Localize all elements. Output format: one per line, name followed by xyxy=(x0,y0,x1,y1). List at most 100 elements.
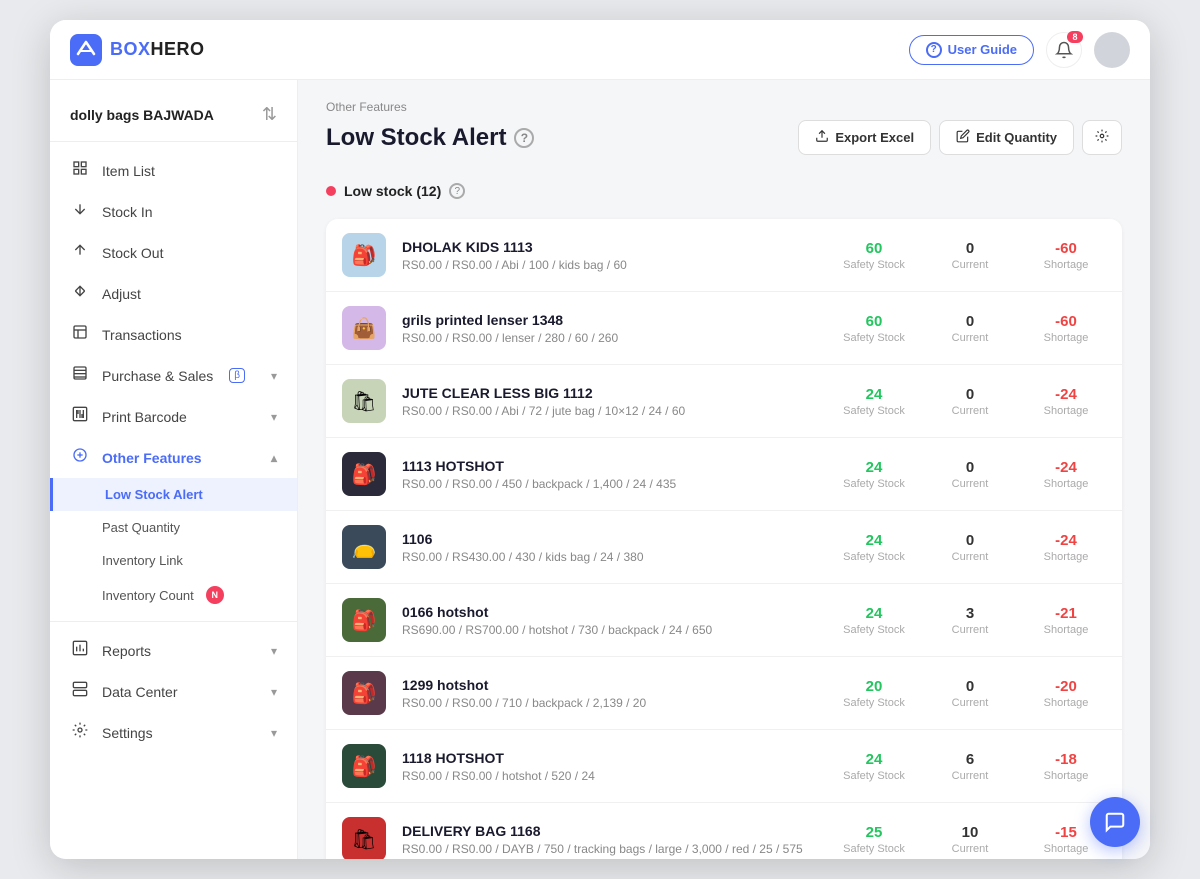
sub-nav-past-quantity[interactable]: Past Quantity xyxy=(50,511,297,544)
table-row[interactable]: 👝 1106 RS0.00 / RS430.00 / 430 / kids ba… xyxy=(326,511,1122,584)
table-row[interactable]: 🎒 1118 HOTSHOT RS0.00 / RS0.00 / hotshot… xyxy=(326,730,1122,803)
shortage-label: Shortage xyxy=(1026,259,1106,271)
stock-list: 🎒 DHOLAK KIDS 1113 RS0.00 / RS0.00 / Abi… xyxy=(326,219,1122,859)
sidebar-item-data-center[interactable]: Data Center ▾ xyxy=(50,671,297,712)
item-info: DELIVERY BAG 1168 RS0.00 / RS0.00 / DAYB… xyxy=(402,823,818,856)
item-name: DELIVERY BAG 1168 xyxy=(402,823,818,839)
stock-out-icon xyxy=(70,242,90,263)
shortage-value: -21 xyxy=(1026,605,1106,622)
shortage-label: Shortage xyxy=(1026,697,1106,709)
edit-quantity-label: Edit Quantity xyxy=(976,130,1057,145)
item-name: JUTE CLEAR LESS BIG 1112 xyxy=(402,385,818,401)
sidebar-item-stock-out[interactable]: Stock Out xyxy=(50,232,297,273)
sidebar-item-purchase-sales[interactable]: Purchase & Sales β ▾ xyxy=(50,355,297,396)
help-icon[interactable]: ? xyxy=(514,128,534,148)
sidebar-item-label: Print Barcode xyxy=(102,409,187,425)
gear-icon xyxy=(1095,129,1109,146)
sub-nav: Low Stock Alert Past Quantity Inventory … xyxy=(50,478,297,613)
table-row[interactable]: 🎒 1113 HOTSHOT RS0.00 / RS0.00 / 450 / b… xyxy=(326,438,1122,511)
data-center-icon xyxy=(70,681,90,702)
sidebar-item-settings[interactable]: Settings ▾ xyxy=(50,712,297,753)
sidebar-item-adjust[interactable]: Adjust xyxy=(50,273,297,314)
table-row[interactable]: 🎒 0166 hotshot RS690.00 / RS700.00 / hot… xyxy=(326,584,1122,657)
user-guide-button[interactable]: ? User Guide xyxy=(909,35,1034,65)
sub-nav-inventory-link[interactable]: Inventory Link xyxy=(50,544,297,577)
logo: BOXHERO xyxy=(70,34,205,66)
safety-stock-value: 24 xyxy=(834,386,914,403)
table-row[interactable]: 🎒 1299 hotshot RS0.00 / RS0.00 / 710 / b… xyxy=(326,657,1122,730)
notification-badge: 8 xyxy=(1067,31,1083,43)
export-excel-button[interactable]: Export Excel xyxy=(798,120,931,155)
shortage-label: Shortage xyxy=(1026,551,1106,563)
item-list-icon xyxy=(70,160,90,181)
main-content: Other Features Low Stock Alert ? Export … xyxy=(298,80,1150,859)
sidebar-item-other-features[interactable]: Other Features ▴ xyxy=(50,437,297,478)
item-desc: RS0.00 / RS0.00 / Abi / 72 / jute bag / … xyxy=(402,404,818,418)
sidebar-item-label: Data Center xyxy=(102,684,177,700)
edit-quantity-button[interactable]: Edit Quantity xyxy=(939,120,1074,155)
item-thumbnail: 👝 xyxy=(342,525,386,569)
sidebar: dolly bags BAJWADA ⇅ Item List Stock In xyxy=(50,80,298,859)
shortage-stat: -24 Shortage xyxy=(1026,532,1106,563)
item-thumbnail: 🎒 xyxy=(342,452,386,496)
notification-button[interactable]: 8 xyxy=(1046,32,1082,68)
current-stock-value: 0 xyxy=(930,313,1010,330)
sidebar-item-label: Stock Out xyxy=(102,245,163,261)
safety-stock-value: 24 xyxy=(834,605,914,622)
sidebar-item-item-list[interactable]: Item List xyxy=(50,150,297,191)
edit-icon xyxy=(956,129,970,146)
table-row[interactable]: 👜 grils printed lenser 1348 RS0.00 / RS0… xyxy=(326,292,1122,365)
chevron-up-icon: ▴ xyxy=(271,451,277,465)
safety-stock-stat: 20 Safety Stock xyxy=(834,678,914,709)
section-help-icon[interactable]: ? xyxy=(449,183,465,199)
shortage-label: Shortage xyxy=(1026,478,1106,490)
chat-button[interactable] xyxy=(1090,797,1140,847)
table-row[interactable]: 🛍 JUTE CLEAR LESS BIG 1112 RS0.00 / RS0.… xyxy=(326,365,1122,438)
shortage-label: Shortage xyxy=(1026,332,1106,344)
sidebar-item-label: Item List xyxy=(102,163,155,179)
sub-nav-low-stock-alert[interactable]: Low Stock Alert xyxy=(50,478,297,511)
safety-stock-label: Safety Stock xyxy=(834,697,914,709)
sub-nav-label: Inventory Count xyxy=(102,588,194,603)
shortage-label: Shortage xyxy=(1026,405,1106,417)
safety-stock-stat: 24 Safety Stock xyxy=(834,386,914,417)
header: BOXHERO ? User Guide 8 xyxy=(50,20,1150,80)
item-info: grils printed lenser 1348 RS0.00 / RS0.0… xyxy=(402,312,818,345)
current-stock-value: 3 xyxy=(930,605,1010,622)
table-row[interactable]: 🎒 DHOLAK KIDS 1113 RS0.00 / RS0.00 / Abi… xyxy=(326,219,1122,292)
item-thumbnail: 🎒 xyxy=(342,233,386,277)
table-row[interactable]: 🛍 DELIVERY BAG 1168 RS0.00 / RS0.00 / DA… xyxy=(326,803,1122,859)
purchase-sales-icon xyxy=(70,365,90,386)
current-stock-stat: 0 Current xyxy=(930,532,1010,563)
shortage-label: Shortage xyxy=(1026,843,1106,855)
app-window: BOXHERO ? User Guide 8 dolly bags BAJWAD… xyxy=(50,20,1150,859)
settings-button[interactable] xyxy=(1082,120,1122,155)
sidebar-item-transactions[interactable]: Transactions xyxy=(50,314,297,355)
workspace-expand-icon[interactable]: ⇅ xyxy=(262,104,277,125)
content-body: Low stock (12) ? 🎒 DHOLAK KIDS 1113 RS0.… xyxy=(298,167,1150,859)
safety-stock-stat: 60 Safety Stock xyxy=(834,240,914,271)
current-stock-stat: 0 Current xyxy=(930,313,1010,344)
page-title-text: Low Stock Alert xyxy=(326,124,506,152)
shortage-value: -24 xyxy=(1026,386,1106,403)
section-title: Low stock (12) xyxy=(344,183,441,199)
safety-stock-label: Safety Stock xyxy=(834,405,914,417)
sidebar-item-print-barcode[interactable]: Print Barcode ▾ xyxy=(50,396,297,437)
logo-text: BOXHERO xyxy=(110,39,205,60)
settings-icon xyxy=(70,722,90,743)
current-stock-stat: 6 Current xyxy=(930,751,1010,782)
current-stock-label: Current xyxy=(930,770,1010,782)
current-stock-label: Current xyxy=(930,843,1010,855)
beta-badge: β xyxy=(229,368,245,383)
user-guide-label: User Guide xyxy=(948,42,1017,57)
current-stock-label: Current xyxy=(930,405,1010,417)
item-thumbnail: 🎒 xyxy=(342,744,386,788)
sidebar-item-reports[interactable]: Reports ▾ xyxy=(50,630,297,671)
sub-nav-inventory-count[interactable]: Inventory Count N xyxy=(50,577,297,613)
current-stock-value: 0 xyxy=(930,678,1010,695)
chevron-down-icon: ▾ xyxy=(271,685,277,699)
item-info: 0166 hotshot RS690.00 / RS700.00 / hotsh… xyxy=(402,604,818,637)
safety-stock-value: 25 xyxy=(834,824,914,841)
sidebar-item-stock-in[interactable]: Stock In xyxy=(50,191,297,232)
sidebar-item-label: Purchase & Sales xyxy=(102,368,213,384)
